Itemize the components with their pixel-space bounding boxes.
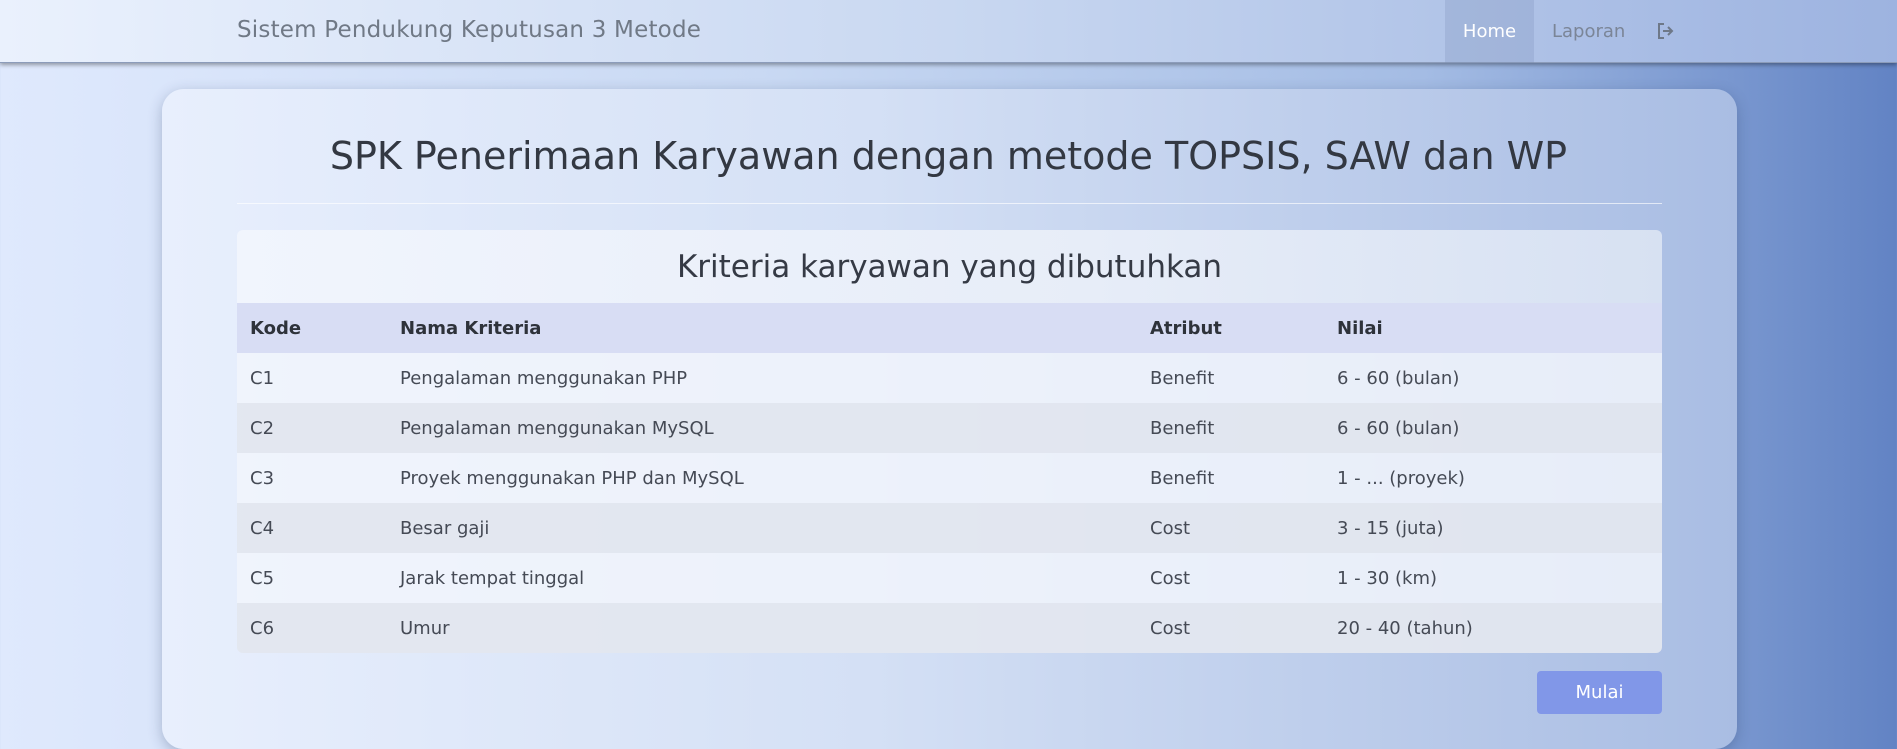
nav-item-laporan[interactable]: Laporan	[1534, 0, 1643, 63]
header-nama-kriteria: Nama Kriteria	[387, 303, 1137, 353]
cell-atribut: Cost	[1137, 603, 1324, 653]
cell-nilai: 6 - 60 (bulan)	[1324, 353, 1662, 403]
cell-nilai: 6 - 60 (bulan)	[1324, 403, 1662, 453]
table-row: C3 Proyek menggunakan PHP dan MySQL Bene…	[237, 453, 1662, 503]
cell-atribut: Cost	[1137, 503, 1324, 553]
logout-icon	[1657, 20, 1675, 44]
cell-atribut: Benefit	[1137, 453, 1324, 503]
cell-kode: C2	[237, 403, 387, 453]
page-title: SPK Penerimaan Karyawan dengan metode TO…	[329, 134, 1568, 178]
nav-links: Home Laporan	[1445, 0, 1689, 63]
cell-atribut: Cost	[1137, 553, 1324, 603]
cell-nama: Umur	[387, 603, 1137, 653]
cell-nilai: 1 - 30 (km)	[1324, 553, 1662, 603]
header-kode: Kode	[237, 303, 387, 353]
cell-nilai: 20 - 40 (tahun)	[1324, 603, 1662, 653]
table-row: C5 Jarak tempat tinggal Cost 1 - 30 (km)	[237, 553, 1662, 603]
table-row: C4 Besar gaji Cost 3 - 15 (juta)	[237, 503, 1662, 553]
cell-nama: Pengalaman menggunakan PHP	[387, 353, 1137, 403]
cell-nilai: 1 - ... (proyek)	[1324, 453, 1662, 503]
criteria-panel: Kriteria karyawan yang dibutuhkan Kode N…	[237, 230, 1662, 653]
table-row: C1 Pengalaman menggunakan PHP Benefit 6 …	[237, 353, 1662, 403]
cell-atribut: Benefit	[1137, 403, 1324, 453]
cell-kode: C1	[237, 353, 387, 403]
panel-title: Kriteria karyawan yang dibutuhkan	[237, 230, 1662, 303]
table-row: C6 Umur Cost 20 - 40 (tahun)	[237, 603, 1662, 653]
table-row: C2 Pengalaman menggunakan MySQL Benefit …	[237, 403, 1662, 453]
cell-nilai: 3 - 15 (juta)	[1324, 503, 1662, 553]
table-header-row: Kode Nama Kriteria Atribut Nilai	[237, 303, 1662, 353]
navbar-brand[interactable]: Sistem Pendukung Keputusan 3 Metode	[237, 17, 701, 43]
cell-kode: C6	[237, 603, 387, 653]
header-nilai: Nilai	[1324, 303, 1662, 353]
cell-kode: C5	[237, 553, 387, 603]
navbar: Sistem Pendukung Keputusan 3 Metode Home…	[0, 0, 1897, 63]
cell-nama: Proyek menggunakan PHP dan MySQL	[387, 453, 1137, 503]
cell-kode: C3	[237, 453, 387, 503]
criteria-table: Kode Nama Kriteria Atribut Nilai C1 Peng…	[237, 303, 1662, 653]
header-atribut: Atribut	[1137, 303, 1324, 353]
cell-atribut: Benefit	[1137, 353, 1324, 403]
title-divider	[237, 203, 1662, 204]
cell-nama: Jarak tempat tinggal	[387, 553, 1137, 603]
nav-item-home[interactable]: Home	[1445, 0, 1534, 63]
start-button[interactable]: Mulai	[1537, 671, 1662, 714]
cell-nama: Besar gaji	[387, 503, 1137, 553]
cell-nama: Pengalaman menggunakan MySQL	[387, 403, 1137, 453]
cell-kode: C4	[237, 503, 387, 553]
logout-button[interactable]	[1643, 0, 1689, 63]
